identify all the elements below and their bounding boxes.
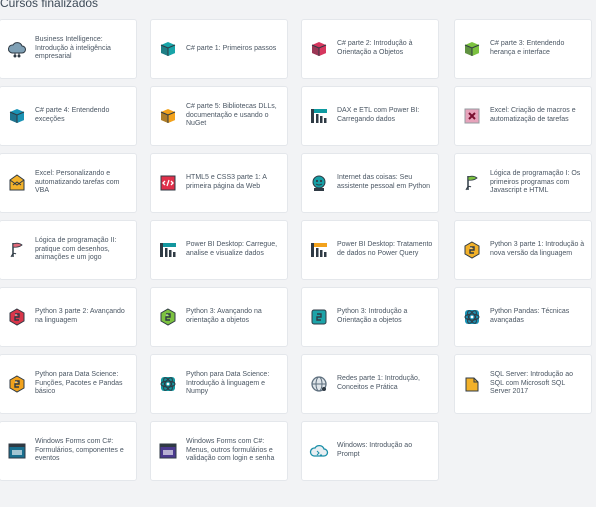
- course-title: C# parte 3: Entendendo herança e interfa…: [490, 40, 565, 56]
- python-hex-icon: [7, 307, 27, 327]
- python-hex-icon: [462, 240, 482, 260]
- course-title: Python 3 parte 1: Introdução à nova vers…: [490, 241, 585, 257]
- excel-x-icon: [462, 106, 482, 126]
- course-card[interactable]: C# parte 1: Primeiros passos: [150, 19, 288, 79]
- cube-icon: [158, 106, 178, 126]
- course-title: Business Intelligence: Introdução à inte…: [35, 36, 111, 61]
- course-card[interactable]: Python Pandas: Técnicas avançadas: [454, 287, 592, 347]
- course-title: Windows: Introdução ao Prompt: [337, 442, 413, 458]
- course-title: Python 3 parte 2: Avançando na linguagem: [35, 308, 125, 324]
- course-card[interactable]: Excel: Criação de macros e automatização…: [454, 86, 592, 146]
- html-page-icon: [158, 173, 178, 193]
- course-title: C# parte 5: Bibliotecas DLLs, documentaç…: [186, 103, 277, 128]
- cube-icon: [462, 39, 482, 59]
- course-title: Python 3: Introdução a Orientação a obje…: [337, 308, 408, 324]
- course-title: Python para Data Science: Introdução à l…: [186, 371, 270, 396]
- robot-icon: [309, 173, 329, 193]
- cube-icon: [158, 39, 178, 59]
- database-icon: [462, 374, 482, 394]
- window-icon: [158, 441, 178, 461]
- course-card[interactable]: Windows Forms com C#: Formulários, compo…: [0, 421, 137, 481]
- course-title: Internet das coisas: Seu assistente pess…: [337, 174, 430, 190]
- window-icon: [7, 441, 27, 461]
- course-card[interactable]: Python para Data Science: Introdução à l…: [150, 354, 288, 414]
- course-card[interactable]: HTML5 e CSS3 parte 1: A primeira página …: [150, 153, 288, 213]
- course-title: Excel: Criação de macros e automatização…: [490, 107, 576, 123]
- course-title: Power BI Desktop: Carregue, analise e vi…: [186, 241, 278, 257]
- course-title: Excel: Personalizando e automatizando ta…: [35, 170, 120, 195]
- course-card[interactable]: Power BI Desktop: Carregue, analise e vi…: [150, 220, 288, 280]
- course-card[interactable]: Python 3: Introdução a Orientação a obje…: [301, 287, 439, 347]
- envelope-icon: [7, 173, 27, 193]
- flag-icon: [7, 240, 27, 260]
- course-card[interactable]: Lógica de programação I: Os primeiros pr…: [454, 153, 592, 213]
- course-card[interactable]: Internet das coisas: Seu assistente pess…: [301, 153, 439, 213]
- python-square-icon: [309, 307, 329, 327]
- bar-chart-icon: [309, 106, 329, 126]
- cloud-icon: [309, 441, 329, 461]
- course-title: Redes parte 1: Introdução, Conceitos e P…: [337, 375, 420, 391]
- course-title: C# parte 1: Primeiros passos: [186, 44, 277, 52]
- course-card[interactable]: Redes parte 1: Introdução, Conceitos e P…: [301, 354, 439, 414]
- course-title: C# parte 2: Introdução à Orientação a Ob…: [337, 40, 413, 56]
- course-title: Python Pandas: Técnicas avançadas: [490, 308, 570, 324]
- globe-network-icon: [309, 374, 329, 394]
- course-title: Windows Forms com C#: Formulários, compo…: [35, 438, 124, 463]
- python-hex-icon: [158, 307, 178, 327]
- course-title: HTML5 e CSS3 parte 1: A primeira página …: [186, 174, 267, 190]
- flag-icon: [462, 173, 482, 193]
- course-title: Python 3: Avançando na orientação a obje…: [186, 308, 262, 324]
- course-card[interactable]: Windows Forms com C#: Menus, outros form…: [150, 421, 288, 481]
- course-card[interactable]: Python 3: Avançando na orientação a obje…: [150, 287, 288, 347]
- course-card[interactable]: SQL Server: Introdução ao SQL com Micros…: [454, 354, 592, 414]
- atom-icon: [158, 374, 178, 394]
- bar-chart-icon: [309, 240, 329, 260]
- course-title: C# parte 4: Entendendo exceções: [35, 107, 110, 123]
- course-title: Power BI Desktop: Tratamento de dados no…: [337, 241, 433, 257]
- course-card[interactable]: Excel: Personalizando e automatizando ta…: [0, 153, 137, 213]
- course-card[interactable]: C# parte 3: Entendendo herança e interfa…: [454, 19, 592, 79]
- course-title: Windows Forms com C#: Menus, outros form…: [186, 438, 275, 463]
- course-card[interactable]: Python 3 parte 1: Introdução à nova vers…: [454, 220, 592, 280]
- section-title: Cursos finalizados: [0, 0, 99, 10]
- course-card[interactable]: C# parte 4: Entendendo exceções: [0, 86, 137, 146]
- course-card[interactable]: Lógica de programação II: pratique com d…: [0, 220, 137, 280]
- course-title: Lógica de programação I: Os primeiros pr…: [490, 170, 581, 195]
- course-card[interactable]: Python para Data Science: Funções, Pacot…: [0, 354, 137, 414]
- course-card[interactable]: Business Intelligence: Introdução à inte…: [0, 19, 137, 79]
- cube-icon: [309, 39, 329, 59]
- python-hex-icon: [7, 374, 27, 394]
- course-title: Lógica de programação II: pratique com d…: [35, 237, 117, 262]
- cube-icon: [7, 106, 27, 126]
- course-card[interactable]: DAX e ETL com Power BI: Carregando dados: [301, 86, 439, 146]
- course-title: SQL Server: Introdução ao SQL com Micros…: [490, 371, 574, 396]
- course-card[interactable]: C# parte 2: Introdução à Orientação a Ob…: [301, 19, 439, 79]
- course-title: DAX e ETL com Power BI: Carregando dados: [337, 107, 420, 123]
- bar-chart-icon: [158, 240, 178, 260]
- course-card[interactable]: C# parte 5: Bibliotecas DLLs, documentaç…: [150, 86, 288, 146]
- course-card[interactable]: Windows: Introdução ao Prompt: [301, 421, 439, 481]
- course-title: Python para Data Science: Funções, Pacot…: [35, 371, 123, 396]
- atom-icon: [462, 307, 482, 327]
- course-card[interactable]: Python 3 parte 2: Avançando na linguagem: [0, 287, 137, 347]
- course-card[interactable]: Power BI Desktop: Tratamento de dados no…: [301, 220, 439, 280]
- cloud-network-icon: [7, 39, 27, 59]
